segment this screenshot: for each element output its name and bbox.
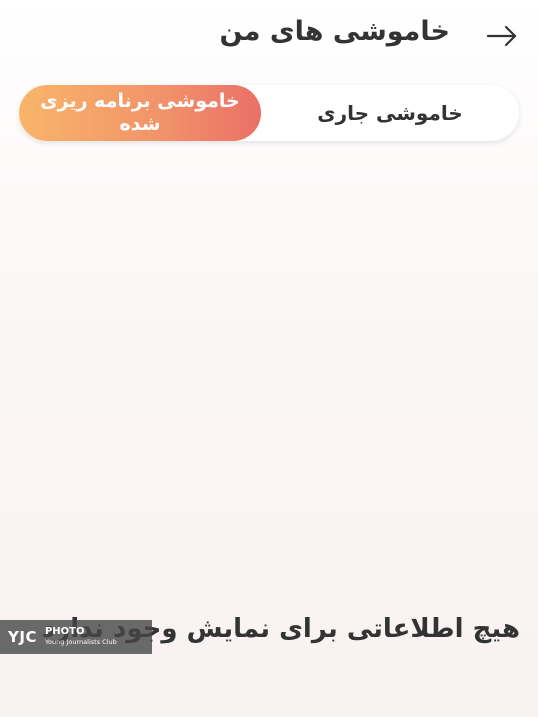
arrow-right-icon: [486, 25, 517, 47]
back-button[interactable]: [482, 18, 522, 54]
watermark-text: PHOTO Young Journalists Club: [45, 627, 117, 647]
header: خاموشی های من: [0, 0, 538, 76]
watermark: YJC PHOTO Young Journalists Club: [0, 620, 152, 654]
watermark-club-label: Young Journalists Club: [44, 638, 117, 646]
watermark-photo-label: PHOTO: [44, 626, 85, 637]
tab-scheduled-outage-label: خاموشی برنامه ریزی شده: [40, 90, 240, 135]
outage-tabs: خاموشی جاری خاموشی برنامه ریزی شده: [19, 85, 519, 141]
tab-current-outage-label: خاموشی جاری: [317, 101, 463, 125]
tab-scheduled-outage[interactable]: خاموشی برنامه ریزی شده: [19, 85, 261, 141]
page-title: خاموشی های من: [219, 16, 450, 47]
watermark-logo: YJC: [8, 628, 37, 646]
tab-current-outage[interactable]: خاموشی جاری: [261, 85, 519, 141]
